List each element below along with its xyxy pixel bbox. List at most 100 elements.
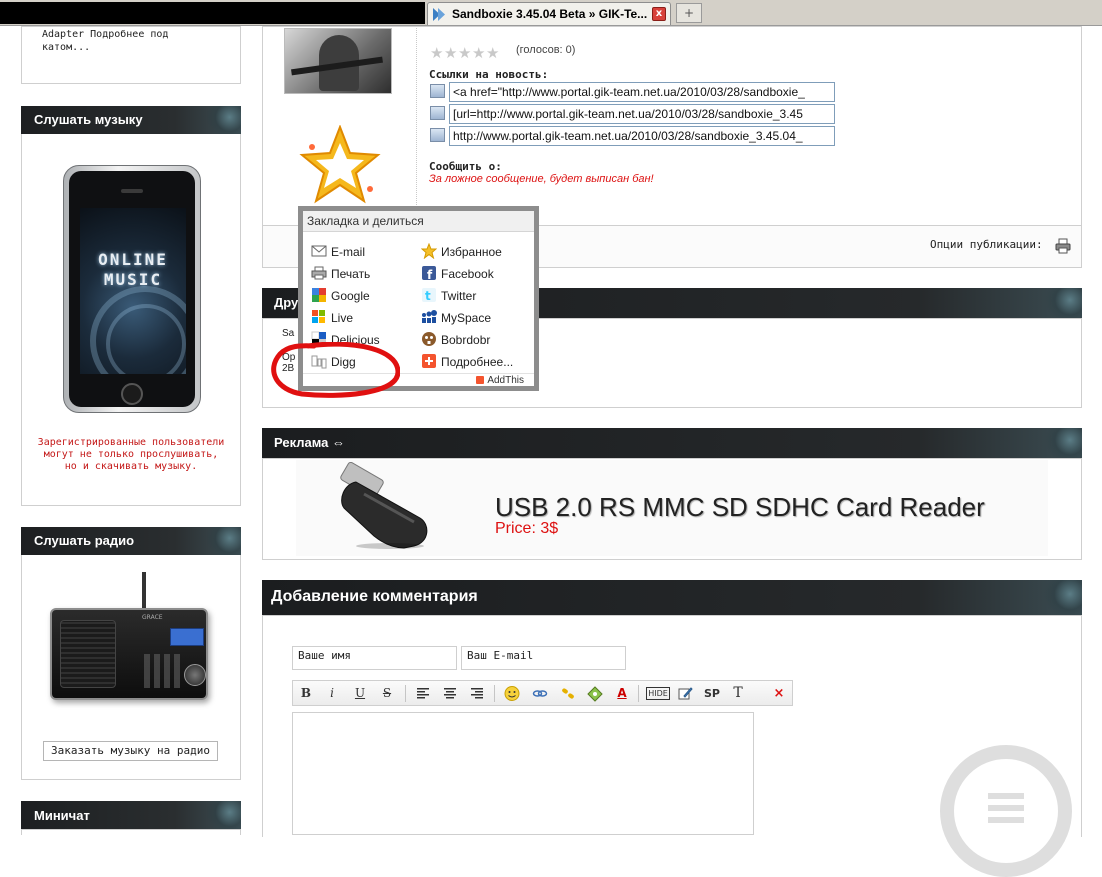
link-code-icon: [430, 106, 445, 120]
browser-tab-active[interactable]: Sandboxie 3.45.04 Beta » GIK-Te... x: [427, 2, 671, 25]
sidebar-minichat-title: Миничат: [21, 801, 241, 831]
star-rank-icon: [299, 125, 381, 204]
print-icon: [311, 266, 327, 280]
share-email[interactable]: E-mail: [311, 243, 365, 261]
digg-icon: [311, 355, 327, 369]
tab-favicon-icon: [433, 8, 445, 21]
tab-close-icon[interactable]: x: [652, 7, 666, 21]
delicious-icon: [311, 331, 326, 346]
twitter-icon: t: [422, 288, 436, 303]
new-tab-button[interactable]: +: [676, 3, 702, 23]
sidebar-news-text: Adapter Подробнее под катом...: [42, 29, 169, 53]
bobrdobr-icon: [422, 332, 436, 346]
italic-button[interactable]: i: [323, 685, 341, 702]
email-icon: [311, 245, 327, 257]
share-twitter[interactable]: t Twitter: [421, 287, 476, 305]
share-favorites[interactable]: Избранное: [421, 243, 502, 261]
rating-star-icon[interactable]: ★: [430, 46, 445, 61]
share-live[interactable]: Live: [311, 309, 353, 327]
image-icon[interactable]: [586, 685, 604, 702]
order-music-button[interactable]: Заказать музыку на радио: [43, 741, 218, 761]
comment-email-input[interactable]: Ваш E-mail: [461, 646, 626, 670]
bold-button[interactable]: B: [297, 685, 315, 702]
online-music-line2: MUSIC: [103, 270, 163, 289]
share-print[interactable]: Печать: [311, 265, 370, 283]
comment-name-input[interactable]: Ваше имя: [292, 646, 457, 670]
report-warning: За ложное сообщение, будет выписан бан!: [429, 173, 654, 185]
rating-star-icon[interactable]: ★: [458, 46, 473, 61]
ad-header-bar: [262, 428, 1082, 458]
online-music-line1: ONLINE: [98, 250, 168, 269]
share-digg[interactable]: Digg: [311, 353, 356, 371]
ipod-image[interactable]: ONLINE MUSIC: [63, 165, 201, 413]
news-links-title: Ссылки на новость:: [429, 68, 549, 81]
toolbar-separator: [405, 685, 406, 702]
related-news-fragment: Sa: [282, 328, 295, 339]
share-myspace[interactable]: MySpace: [421, 309, 491, 327]
share-google[interactable]: Google: [311, 287, 370, 305]
link-code-icon: [430, 84, 445, 98]
news-link-url-input[interactable]: http://www.portal.gik-team.net.ua/2010/0…: [449, 126, 835, 146]
tab-title: Sandboxie 3.45.04 Beta » GIK-Te...: [452, 7, 648, 21]
comment-title: Добавление комментария: [271, 588, 478, 605]
related-news-fragment: 2B: [282, 363, 295, 374]
close-toolbar-icon[interactable]: ×: [770, 685, 788, 702]
more-plus-icon: [422, 354, 436, 368]
ad-product-name[interactable]: USB 2.0 RS MMC SD SDHC Card Reader: [495, 492, 985, 523]
rating-stars[interactable]: ★★★★★: [430, 43, 501, 61]
related-news-title: Дру: [274, 295, 299, 310]
author-avatar[interactable]: [284, 28, 392, 94]
music-register-note: Зарегистрированные пользователи могут не…: [37, 437, 225, 472]
radio-image[interactable]: GRACE: [50, 572, 210, 702]
underline-button[interactable]: U: [351, 685, 369, 702]
browser-tabbar: Sandboxie 3.45.04 Beta » GIK-Te... x +: [0, 0, 1102, 26]
facebook-icon: f: [422, 266, 436, 281]
link-chain-icon[interactable]: [559, 685, 577, 702]
align-center-icon[interactable]: [441, 685, 459, 702]
myspace-icon: [422, 310, 437, 323]
rating-star-icon[interactable]: ★: [486, 46, 501, 61]
related-news-fragment: Op: [282, 352, 296, 363]
share-delicious[interactable]: Delicious: [311, 331, 380, 349]
addthis-footer[interactable]: AddThis: [303, 373, 534, 386]
font-button[interactable]: T: [729, 685, 747, 702]
link-code-icon: [430, 128, 445, 142]
google-icon: [312, 288, 326, 302]
bbcode-toolbar: B i U S A HIDE SP T ×: [292, 680, 793, 706]
sidebar-radio-title: Слушать радио: [21, 527, 241, 555]
favorites-star-icon: [421, 243, 437, 259]
toolbar-separator: [638, 685, 639, 702]
text-color-icon[interactable]: A: [613, 685, 631, 702]
report-title: Сообщить о:: [429, 160, 502, 173]
svg-text:t: t: [425, 289, 431, 303]
comment-textarea[interactable]: [292, 712, 754, 835]
align-right-icon[interactable]: [468, 685, 486, 702]
redacted-area: [0, 2, 425, 24]
card-reader-image[interactable]: [334, 462, 434, 550]
toolbar-separator: [494, 685, 495, 702]
watermark-logo-icon: [940, 745, 1072, 877]
share-bobrdobr[interactable]: Bobrdobr: [421, 331, 490, 349]
votes-count: (голосов: 0): [516, 44, 576, 56]
ad-title: Реклама ⇔: [274, 435, 346, 450]
svg-text:f: f: [427, 268, 433, 281]
rating-star-icon[interactable]: ★: [444, 46, 459, 61]
smiley-icon[interactable]: [503, 685, 521, 702]
ipod-home-button-icon: [121, 383, 143, 405]
align-left-icon[interactable]: [414, 685, 432, 702]
ad-product-price: Price: 3$: [495, 520, 559, 537]
hide-button[interactable]: HIDE: [646, 687, 670, 700]
news-link-bbcode-input[interactable]: [url=http://www.portal.gik-team.net.ua/2…: [449, 104, 835, 124]
rating-star-icon[interactable]: ★: [472, 46, 487, 61]
share-more[interactable]: Подробнее...: [421, 353, 513, 371]
share-popup-header: Закладка и делиться: [303, 211, 534, 232]
share-popup: Закладка и делиться E-mail Печать Google…: [298, 206, 539, 391]
spoiler-button[interactable]: SP: [701, 685, 723, 702]
news-link-html-input[interactable]: <a href="http://www.portal.gik-team.net.…: [449, 82, 835, 102]
publication-options-label: Опции публикации:: [930, 238, 1043, 251]
share-facebook[interactable]: f Facebook: [421, 265, 494, 283]
print-icon[interactable]: [1055, 238, 1071, 254]
link-icon[interactable]: [531, 685, 549, 702]
edit-note-icon[interactable]: [676, 685, 694, 702]
strike-button[interactable]: S: [378, 685, 396, 702]
